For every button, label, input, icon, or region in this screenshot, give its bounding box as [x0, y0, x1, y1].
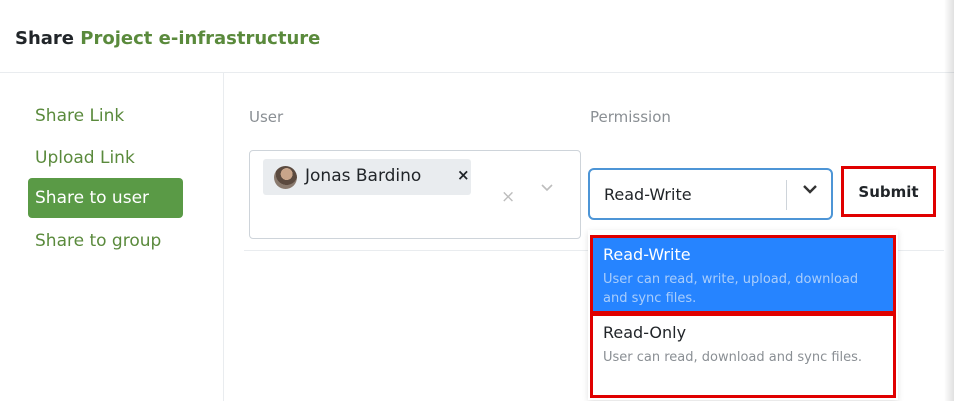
- clear-selection-icon[interactable]: ×: [501, 187, 515, 207]
- dialog-header: Share Project e-infrastructure: [0, 0, 954, 73]
- user-column-label: User: [249, 108, 284, 126]
- nav-item-upload-link[interactable]: Upload Link: [28, 138, 142, 178]
- option-description: User can read, write, upload, download a…: [603, 272, 859, 306]
- nav-item-share-link[interactable]: Share Link: [28, 96, 131, 136]
- share-nav: Share Link Upload Link Share to user Sha…: [0, 73, 224, 401]
- permission-value: Read-Write: [604, 185, 692, 204]
- dialog-title: Share Project e-infrastructure: [15, 28, 320, 49]
- user-select[interactable]: Jonas Bardino × ×: [249, 150, 581, 239]
- option-description: User can read, download and sync files.: [603, 350, 863, 365]
- permission-column-label: Permission: [590, 108, 671, 126]
- option-title: Read-Only: [603, 323, 687, 342]
- avatar: [274, 166, 297, 189]
- selected-user-chip: Jonas Bardino ×: [263, 159, 471, 195]
- option-read-write[interactable]: Read-Write User can read, write, upload,…: [590, 235, 896, 314]
- submit-button[interactable]: Submit: [841, 166, 936, 217]
- dialog-title-prefix: Share: [15, 28, 75, 49]
- option-read-only[interactable]: Read-Only User can read, download and sy…: [590, 313, 896, 398]
- chevron-down-icon[interactable]: [802, 183, 818, 195]
- project-name: Project e-infrastructure: [80, 28, 321, 49]
- remove-user-icon[interactable]: ×: [457, 166, 470, 184]
- nav-item-share-to-group[interactable]: Share to group: [28, 221, 168, 261]
- nav-item-share-to-user[interactable]: Share to user: [28, 178, 183, 218]
- selected-user-name: Jonas Bardino: [305, 166, 422, 186]
- select-separator: [786, 180, 787, 210]
- permission-select[interactable]: Read-Write: [588, 168, 833, 220]
- dialog-edge-shadow: [944, 0, 954, 401]
- chevron-down-icon[interactable]: [540, 183, 554, 193]
- permission-dropdown-menu: Read-Write User can read, write, upload,…: [588, 230, 898, 400]
- option-title: Read-Write: [603, 245, 691, 264]
